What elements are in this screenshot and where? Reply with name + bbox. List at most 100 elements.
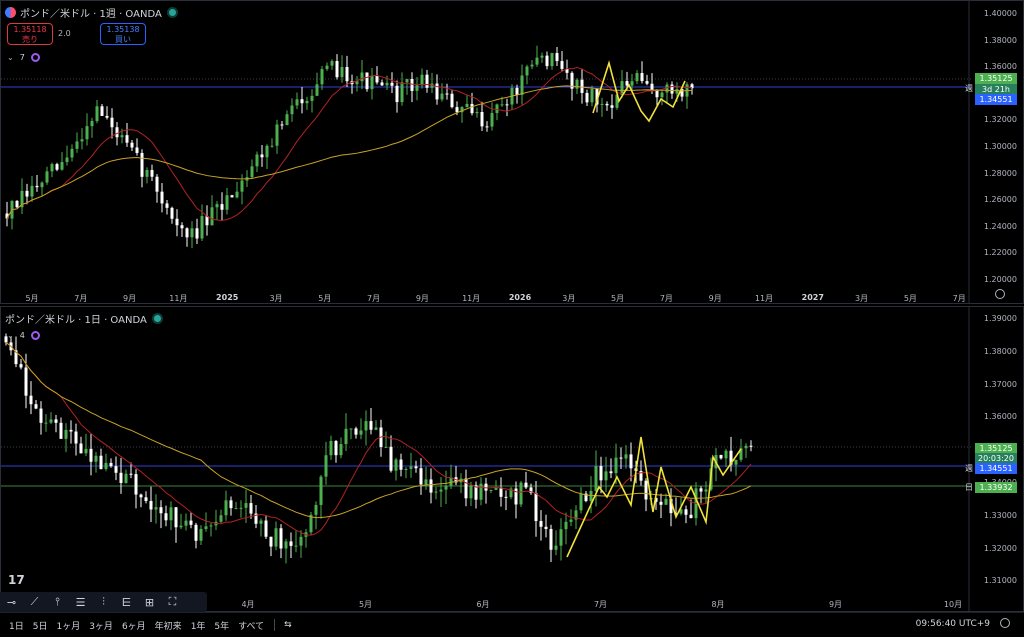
time-tick-label: 3月 [269,294,283,303]
vertical-line-icon[interactable]: ⫯ [46,592,69,612]
daily-weekly-level-tag: 1.34551 [975,463,1017,474]
candle-body [444,485,448,490]
time-tick-label: 7月 [367,294,381,303]
buy-button[interactable]: 1.35138 買い [100,23,146,45]
fib-retracement-icon[interactable]: ⫶ [92,592,115,612]
candle-body [339,444,343,456]
trend-line-icon[interactable]: ⟋ [23,592,46,612]
candle-body [230,195,234,198]
timeframe-3m[interactable]: 3ヶ月 [89,619,113,632]
sell-label: 売り [22,35,38,44]
price-tick-label: 1.32000 [983,115,1017,125]
time-tick-label: 3月 [562,294,576,303]
candle-body [134,474,138,495]
price-tick-label: 1.22000 [983,248,1017,258]
candle-body [414,466,418,469]
candle-body [119,472,123,483]
chevron-down-icon: ⌄ [7,331,14,340]
candle-body [594,465,598,491]
timeframe-6m[interactable]: 6ヶ月 [122,619,146,632]
time-tick-label: 11月 [169,294,188,303]
weekly-chart-pane[interactable]: ポンド／米ドル · 1週 · OANDA 1.35118 売り 2.0 1.35… [0,0,1024,304]
timeframe-1m[interactable]: 1ヶ月 [56,619,80,632]
candle-body [734,459,738,465]
indicator-settings-icon[interactable] [30,53,40,62]
clock-display[interactable]: 09:56:40 UTC+9 [916,619,990,629]
indicator-settings-icon[interactable] [30,331,40,340]
candle-body [315,84,319,96]
candle-body [159,507,163,514]
weekly-indicators-toggle[interactable]: ⌄ 7 [7,53,40,62]
candle-body [140,152,144,177]
parallel-channel-icon[interactable]: ☰ [69,592,92,612]
timeframe-1y[interactable]: 1年 [191,619,206,632]
candle-body [200,216,204,239]
candle-body [520,75,524,95]
price-tick-label: 1.38000 [983,346,1017,356]
pitchfork-icon[interactable]: ⋿ [115,592,138,612]
timeframe-5y[interactable]: 5年 [214,619,229,632]
candle-body [344,428,348,445]
candle-body [270,145,274,147]
tradingview-logo[interactable]: 17 [8,573,25,587]
candle-body [234,508,238,510]
bottom-toolbar: 1日 5日 1ヶ月 3ヶ月 6ヶ月 年初来 1年 5年 すべて ⇆ 09:56:… [0,612,1024,637]
gear-icon[interactable] [995,289,1005,299]
settings-icon[interactable] [1000,618,1010,628]
candle-body [434,491,438,493]
candle-body [660,92,664,98]
candle-body [59,422,63,439]
daily-indicators-toggle[interactable]: ⌄ 4 [7,331,40,340]
timeframe-1d[interactable]: 1日 [9,619,24,632]
timeframe-all[interactable]: すべて [238,619,264,632]
timeframe-ytd[interactable]: 年初来 [155,619,182,632]
timeframe-5d[interactable]: 5日 [33,619,48,632]
candle-body [585,92,589,103]
candle-body [74,431,78,444]
candles [4,333,753,564]
time-tick-label: 2026 [508,293,532,302]
grid-icon[interactable]: ⊞ [138,592,161,612]
candle-body [164,513,168,521]
candle-body [384,446,388,448]
candle-body [515,87,519,95]
candle-body [225,195,229,210]
candle-body [85,126,89,140]
candle-body [495,104,499,114]
candle-body [275,124,279,146]
candle-body [195,228,199,239]
horizontal-line-icon[interactable]: ⊸ [0,592,23,612]
time-tick-label: 9月 [123,294,137,303]
sell-button[interactable]: 1.35118 売り [7,23,53,45]
candle-body [620,81,624,95]
goto-date-icon[interactable]: ⇆ [284,620,292,630]
candle-body [644,480,648,500]
candle-body [400,82,404,103]
daily-chart-canvas[interactable] [1,307,1023,611]
time-tick-label: 9月 [415,294,429,303]
candle-body [260,154,264,158]
moving-average-long [6,85,693,219]
candle-body [480,112,484,127]
candle-body [405,78,409,83]
candle-body [24,367,28,396]
candle-body [420,74,424,86]
candle-body [240,180,244,192]
candle-body [35,185,39,188]
daily-chart-pane[interactable]: ポンド／米ドル · 1日 · OANDA ⌄ 4 1.39000 1.38000 1… [0,306,1024,612]
weekly-chart-canvas[interactable] [1,1,1023,303]
candle-body [100,106,104,116]
candle-body [224,500,228,516]
candle-body [484,483,488,491]
chevron-down-icon: ⌄ [7,53,14,62]
candle-body [609,471,613,474]
time-tick-label: 9月 [828,600,843,609]
candle-body [130,142,134,148]
candle-body [175,218,179,226]
time-tick-label: 9月 [708,294,722,303]
candle-body [219,515,223,522]
candle-body [209,525,213,527]
daily-chart-title: ポンド／米ドル · 1日 · OANDA [5,311,161,326]
candle-body [359,430,363,435]
rectangle-icon[interactable]: ⛶ [161,592,184,612]
